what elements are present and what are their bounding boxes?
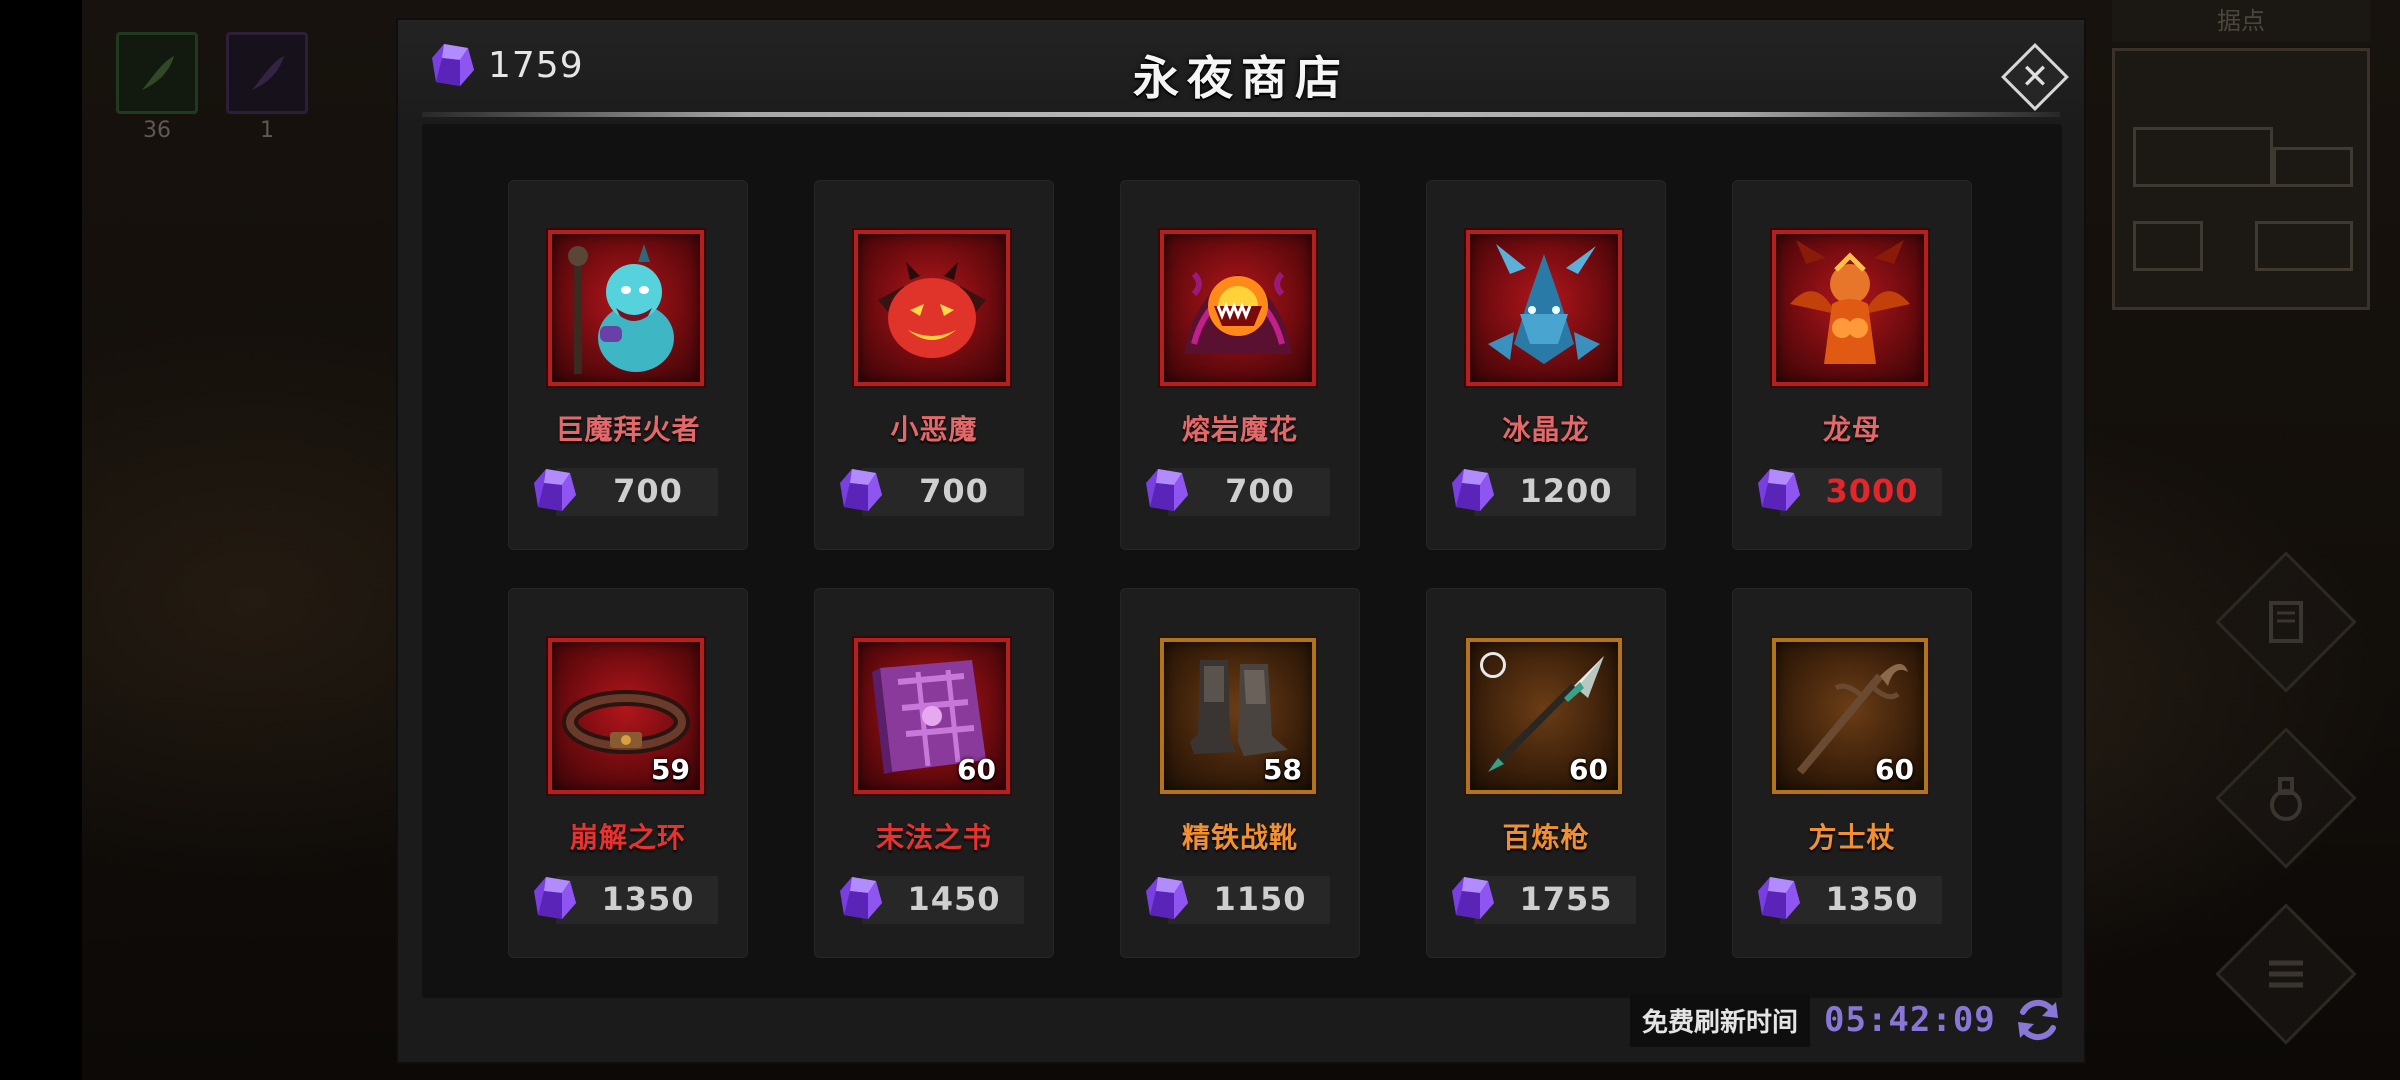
- purple-gem-icon: [1756, 872, 1802, 924]
- item-icon-frame: 60: [854, 638, 1010, 794]
- purple-gem-icon: [1144, 464, 1190, 516]
- refresh-icon: [2017, 999, 2058, 1041]
- item-icon-frame: 60: [1772, 638, 1928, 794]
- potion-icon[interactable]: [2251, 763, 2321, 833]
- shop-item-card[interactable]: 60 方士杖 1350: [1732, 588, 1972, 958]
- shop-item-card[interactable]: 龙母 3000: [1732, 180, 1972, 550]
- refresh-timer: 05:42:09: [1824, 1000, 1996, 1040]
- item-name: 冰晶龙: [1502, 413, 1590, 446]
- close-button[interactable]: ✕: [2000, 42, 2070, 112]
- item-level: 60: [1569, 753, 1608, 786]
- item-name: 崩解之环: [569, 821, 686, 854]
- scroll-icon[interactable]: [2251, 587, 2321, 657]
- shop-item-card[interactable]: 59 崩解之环 1350: [508, 588, 748, 958]
- item-price: 1150: [1213, 880, 1307, 918]
- item-price: 700: [613, 472, 683, 510]
- shop-item-card[interactable]: 小恶魔 700: [814, 180, 1054, 550]
- shop-item-card[interactable]: 熔岩魔花 700: [1120, 180, 1360, 550]
- item-icon-frame: [1466, 230, 1622, 386]
- item-level: 60: [957, 753, 996, 786]
- header-divider: [422, 112, 2060, 117]
- item-price: 1755: [1519, 880, 1613, 918]
- feather-icon: [142, 56, 174, 90]
- purple-gem-icon: [1450, 872, 1496, 924]
- item-name: 方士杖: [1808, 821, 1896, 854]
- shop-panel: 1759 永夜商店 ✕ 巨魔拜火者 700 小恶魔 700 熔岩魔花 700 冰晶龙 1200…: [398, 20, 2084, 1062]
- purple-gem-icon: [1450, 464, 1496, 516]
- minimap-title: 据点: [2112, 0, 2370, 42]
- shop-header: 1759 永夜商店 ✕: [398, 20, 2084, 120]
- tile-count-2: 1: [260, 118, 274, 143]
- close-icon: ✕: [2020, 57, 2050, 97]
- dark-feather-skill-tile[interactable]: [226, 32, 308, 114]
- shop-item-card[interactable]: 60 末法之书 1450: [814, 588, 1054, 958]
- item-price: 1450: [907, 880, 1001, 918]
- item-price: 1350: [1825, 880, 1919, 918]
- item-icon-frame: 58: [1160, 638, 1316, 794]
- tile-count-1: 36: [143, 118, 171, 143]
- purple-gem-icon: [838, 872, 884, 924]
- purple-gem-icon: [532, 464, 578, 516]
- item-level: 60: [1875, 753, 1914, 786]
- refresh-label: 免费刷新时间: [1630, 993, 1811, 1047]
- menu-list-icon[interactable]: [2251, 939, 2321, 1009]
- item-level: 59: [651, 753, 690, 786]
- item-name: 龙母: [1822, 413, 1881, 446]
- item-icon-frame: 59: [548, 638, 704, 794]
- refresh-bar: 免费刷新时间 05:42:09: [1630, 992, 2066, 1048]
- item-name: 末法之书: [875, 821, 992, 854]
- item-name: 百炼枪: [1502, 821, 1590, 854]
- item-icon-frame: [548, 230, 704, 386]
- purple-gem-icon: [532, 872, 578, 924]
- item-icon-frame: 60: [1466, 638, 1622, 794]
- item-icon-frame: [854, 230, 1010, 386]
- purple-gem-icon: [1756, 464, 1802, 516]
- item-name: 精铁战靴: [1181, 821, 1298, 854]
- item-grid: 巨魔拜火者 700 小恶魔 700 熔岩魔花 700 冰晶龙 1200 龙母 3000 59 崩解之环…: [422, 124, 2062, 998]
- item-name: 巨魔拜火者: [555, 413, 701, 446]
- shop-item-card[interactable]: 60 百炼枪 1755: [1426, 588, 1666, 958]
- item-level: 58: [1263, 753, 1302, 786]
- item-price: 700: [1225, 472, 1295, 510]
- item-price: 1350: [601, 880, 695, 918]
- item-price: 3000: [1825, 472, 1919, 510]
- item-price: 700: [919, 472, 989, 510]
- purple-gem-icon: [838, 464, 884, 516]
- feather-skill-tile[interactable]: [116, 32, 198, 114]
- item-icon-frame: [1772, 230, 1928, 386]
- shop-title: 永夜商店: [1133, 51, 1349, 105]
- ring-marker-icon: [1480, 652, 1506, 678]
- purple-gem-icon: [1144, 872, 1190, 924]
- item-name: 小恶魔: [890, 413, 978, 446]
- dark-feather-icon: [252, 56, 284, 90]
- shop-item-card[interactable]: 巨魔拜火者 700: [508, 180, 748, 550]
- item-price: 1200: [1519, 472, 1613, 510]
- shop-item-card[interactable]: 冰晶龙 1200: [1426, 180, 1666, 550]
- shop-item-card[interactable]: 58 精铁战靴 1150: [1120, 588, 1360, 958]
- refresh-button[interactable]: [2010, 992, 2066, 1048]
- item-name: 熔岩魔花: [1181, 413, 1298, 446]
- minimap[interactable]: [2112, 48, 2370, 310]
- item-icon-frame: [1160, 230, 1316, 386]
